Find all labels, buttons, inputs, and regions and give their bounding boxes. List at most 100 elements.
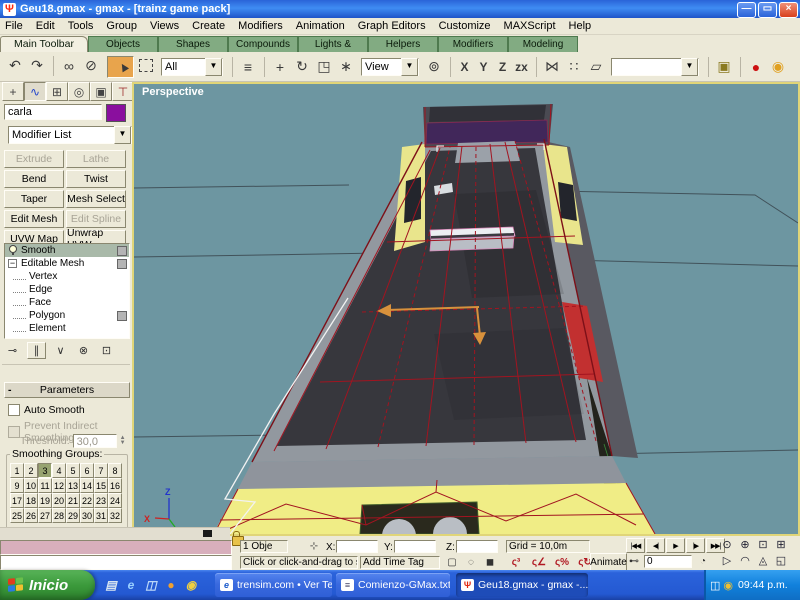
- animate-button[interactable]: Animate: [590, 553, 627, 571]
- smoothing-group-11[interactable]: 11: [38, 478, 52, 493]
- smoothing-group-27[interactable]: 27: [38, 508, 52, 523]
- angle-snap-toggle[interactable]: ς∠: [531, 556, 547, 569]
- material-editor-icon[interactable]: ◉: [768, 57, 788, 77]
- title-bar[interactable]: Ψ Geu18.gmax - gmax - [trainz game pack]…: [0, 0, 800, 18]
- smoothing-group-26[interactable]: 26: [24, 508, 38, 523]
- mirror-icon[interactable]: ⋈: [536, 57, 562, 77]
- pan-button[interactable]: ◠: [736, 554, 754, 567]
- toolbar-tab[interactable]: Helpers: [368, 36, 438, 52]
- prev-frame-button[interactable]: ◀|: [646, 538, 665, 553]
- stack-row[interactable]: Element: [5, 322, 129, 335]
- smoothing-group-32[interactable]: 32: [108, 508, 122, 523]
- perspective-viewport[interactable]: Z X Y: [132, 82, 800, 536]
- smoothing-group-30[interactable]: 30: [80, 508, 94, 523]
- menu-item[interactable]: Animation: [296, 20, 345, 32]
- time-configuration-button[interactable]: ◔: [695, 555, 711, 568]
- y-coordinate-field[interactable]: [394, 540, 436, 553]
- select-and-manipulate-icon[interactable]: ∗: [336, 57, 356, 77]
- threshold-spinner[interactable]: ▲▼: [120, 436, 126, 446]
- minimize-button[interactable]: —: [737, 2, 756, 18]
- show-end-result-icon[interactable]: ∥: [27, 342, 46, 359]
- taskbar-item-browser[interactable]: e trensim.com • Ver Te...: [215, 573, 332, 597]
- zoom-button[interactable]: ⊙: [718, 538, 736, 551]
- stack-row[interactable]: Editable Mesh: [5, 257, 129, 270]
- hierarchy-tab[interactable]: ⊞: [46, 82, 68, 101]
- paint-select-icon[interactable]: ◌: [463, 556, 479, 569]
- undo-icon[interactable]: ↶: [5, 56, 25, 76]
- menu-item[interactable]: Tools: [68, 20, 94, 32]
- maxscript-listener-input-line[interactable]: [0, 555, 232, 570]
- modifier-button[interactable]: Twist: [66, 170, 126, 188]
- field-of-view-button[interactable]: ▷: [718, 554, 736, 567]
- smoothing-group-3[interactable]: 3: [38, 463, 52, 478]
- maxscript-listener-macro-line[interactable]: [0, 540, 232, 555]
- smoothing-group-6[interactable]: 6: [80, 463, 94, 478]
- prevent-indirect-checkbox[interactable]: [8, 426, 20, 438]
- current-frame-field[interactable]: 0: [644, 555, 692, 568]
- smoothing-group-5[interactable]: 5: [66, 463, 80, 478]
- menu-item[interactable]: Edit: [36, 20, 55, 32]
- unlink-selection-icon[interactable]: ⊘: [81, 56, 101, 76]
- min-max-toggle-button[interactable]: ◱: [772, 554, 790, 567]
- remove-modifier-icon[interactable]: ⊗: [75, 343, 92, 358]
- select-and-link-icon[interactable]: ∞: [53, 56, 79, 76]
- utilities-tab[interactable]: ⊤: [112, 82, 134, 101]
- modifier-button[interactable]: Lathe: [66, 150, 126, 168]
- snap-3d-toggle[interactable]: ς³: [508, 556, 524, 569]
- select-and-scale-icon[interactable]: ◳: [314, 57, 334, 77]
- modifier-button[interactable]: Extrude: [4, 150, 64, 168]
- smoothing-group-2[interactable]: 2: [24, 463, 38, 478]
- toolbar-tab[interactable]: Modeling: [508, 36, 578, 52]
- restrict-z-button[interactable]: Z: [494, 57, 511, 77]
- smoothing-group-1[interactable]: 1: [10, 463, 24, 478]
- smoothing-group-16[interactable]: 16: [108, 478, 122, 493]
- percent-snap-toggle[interactable]: ς%: [554, 556, 570, 569]
- x-coordinate-field[interactable]: [336, 540, 378, 553]
- restrict-x-button[interactable]: X: [450, 57, 473, 77]
- modifier-button[interactable]: Mesh Select: [66, 190, 126, 208]
- quicklaunch-browser-icon[interactable]: ◉: [183, 577, 199, 593]
- toolbar-tab[interactable]: Modifiers: [438, 36, 508, 52]
- menu-item[interactable]: Modifiers: [238, 20, 283, 32]
- modifier-list-dropdown[interactable]: Modifier List ▼: [8, 126, 132, 144]
- menu-item[interactable]: File: [5, 20, 23, 32]
- z-coordinate-field[interactable]: [456, 540, 498, 553]
- crossing-mode-icon[interactable]: ◼: [482, 556, 498, 569]
- toolbar-tab[interactable]: Shapes: [158, 36, 228, 52]
- smoothing-group-8[interactable]: 8: [108, 463, 122, 478]
- quicklaunch-media-icon[interactable]: ●: [163, 577, 179, 593]
- time-tag-button[interactable]: Add Time Tag: [360, 556, 440, 569]
- start-button[interactable]: Inicio: [0, 570, 95, 600]
- smoothing-group-13[interactable]: 13: [66, 478, 80, 493]
- array-icon[interactable]: ∷: [564, 57, 584, 77]
- modify-tab[interactable]: ∿: [24, 82, 46, 101]
- arc-rotate-button[interactable]: ◬: [754, 554, 772, 567]
- stack-row[interactable]: Edge: [5, 283, 129, 296]
- smoothing-group-4[interactable]: 4: [52, 463, 66, 478]
- smoothing-group-22[interactable]: 22: [80, 493, 94, 508]
- display-tab[interactable]: ▣: [90, 82, 112, 101]
- smoothing-group-25[interactable]: 25: [10, 508, 24, 523]
- play-button[interactable]: ▶: [666, 538, 685, 553]
- modifier-button[interactable]: Edit Spline: [66, 210, 126, 228]
- go-to-start-button[interactable]: |◀◀: [626, 538, 645, 553]
- named-selection-dropdown[interactable]: ▼: [611, 58, 699, 76]
- select-and-rotate-icon[interactable]: ↻: [292, 57, 312, 77]
- auto-smooth-checkbox[interactable]: [8, 404, 20, 416]
- smoothing-group-24[interactable]: 24: [108, 493, 122, 508]
- select-object-icon[interactable]: ▲: [107, 56, 134, 78]
- taskbar-item-gmax[interactable]: Ψ Geu18.gmax - gmax -...: [456, 573, 588, 597]
- menu-item[interactable]: Graph Editors: [358, 20, 426, 32]
- menu-item[interactable]: Customize: [439, 20, 491, 32]
- parameters-rollout-header[interactable]: - Parameters: [4, 382, 130, 398]
- quicklaunch-mail-icon[interactable]: ◫: [143, 577, 159, 593]
- smoothing-group-29[interactable]: 29: [66, 508, 80, 523]
- modifier-button[interactable]: Edit Mesh: [4, 210, 64, 228]
- zoom-extents-all-button[interactable]: ⊞: [772, 538, 790, 551]
- train-model[interactable]: [213, 104, 655, 534]
- active-toggle-icon[interactable]: [117, 311, 127, 321]
- menu-item[interactable]: Views: [150, 20, 179, 32]
- smoothing-group-14[interactable]: 14: [80, 478, 94, 493]
- threshold-field[interactable]: 30,0: [73, 434, 117, 448]
- smoothing-group-28[interactable]: 28: [52, 508, 66, 523]
